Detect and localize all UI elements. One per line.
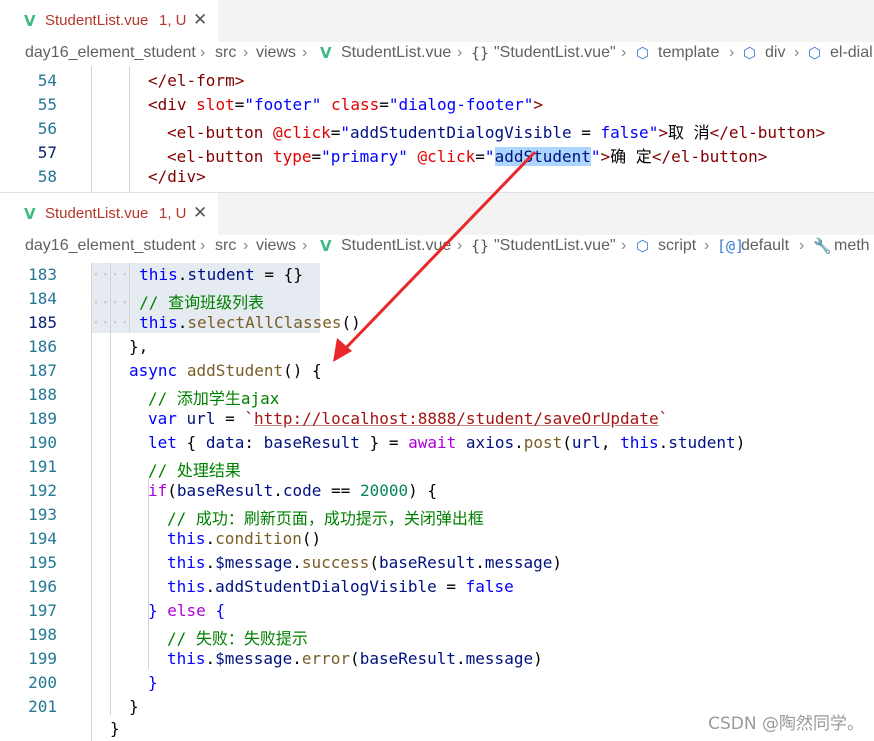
annotation-arrow xyxy=(333,151,536,362)
watermark: CSDN @陶然同学。 xyxy=(708,714,864,734)
arrow-shaft xyxy=(340,151,536,354)
arrow-head xyxy=(333,338,352,362)
